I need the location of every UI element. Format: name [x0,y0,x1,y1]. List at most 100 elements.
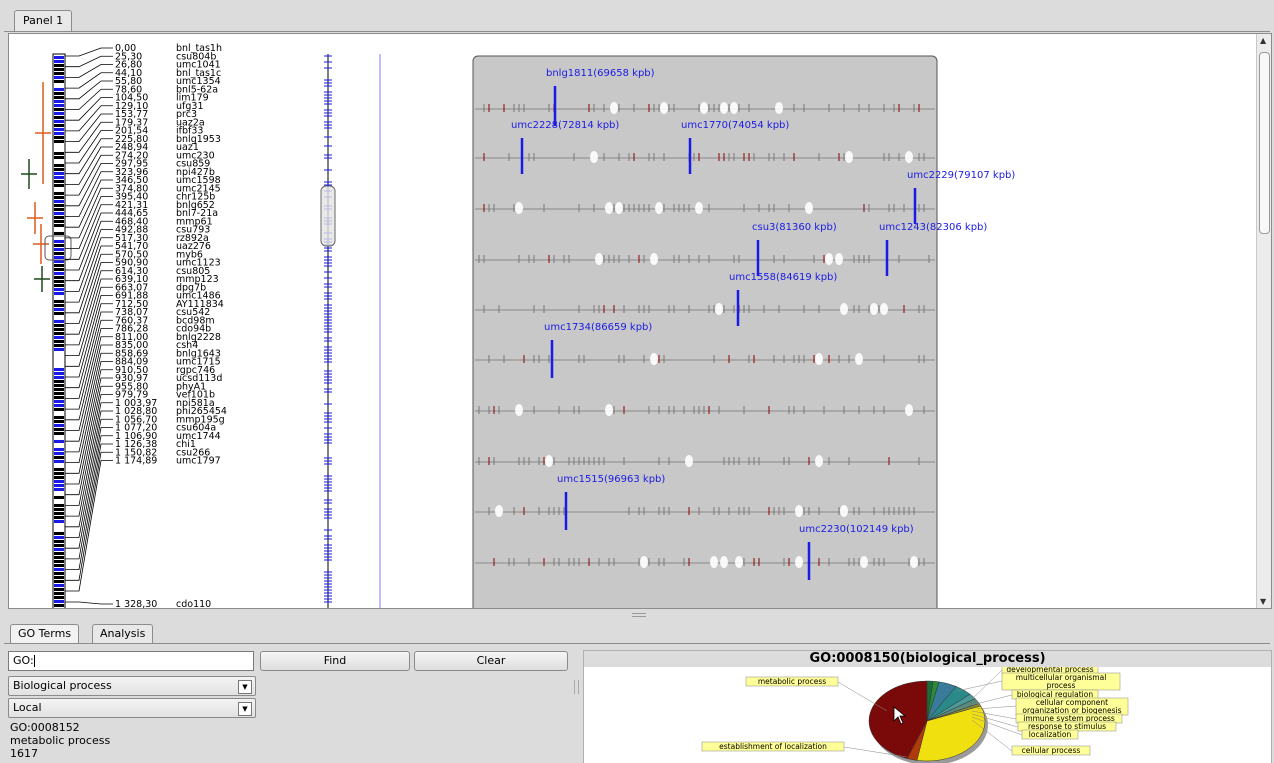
chromosome-band [54,92,64,95]
chromosome-band [54,368,64,371]
marker-connector [65,154,113,196]
chromosome-band [54,300,64,303]
chromosome-band [54,324,64,327]
term-name: metabolic process [10,734,111,747]
feature-blob [845,151,853,163]
marker-connector [65,369,113,474]
feature-blob [910,556,918,568]
chromosome-band [54,520,64,523]
vertical-scrollbar[interactable]: ▲ ▼ [1256,34,1271,608]
feature-blob [660,102,668,114]
feature-blob [840,505,848,517]
find-button[interactable]: Find [260,651,410,671]
chromosome-band [54,232,64,235]
clear-button[interactable]: Clear [414,651,568,671]
feature-blob [825,253,833,265]
resize-grip-icon[interactable] [574,674,579,702]
chromosome-band [54,168,64,171]
feature-blob [595,253,603,265]
chromosome-band [54,172,64,175]
marker-name: cdo110 [176,599,211,608]
tab-go-terms[interactable]: GO Terms [10,624,80,643]
marker-connector [65,278,113,357]
chevron-down-icon[interactable]: ▼ [238,702,252,716]
chromosome-band [54,392,64,395]
zoom-window[interactable] [320,185,336,247]
locus-label[interactable]: umc2230(102149 kpb) [799,524,914,535]
locus-label[interactable]: csu3(81360 kpb) [752,222,837,233]
pie-label: cellular process [1022,746,1081,755]
chromosome-band [54,224,64,227]
chromosome-band [54,576,64,579]
source-select[interactable]: Local ▼ [8,698,256,718]
ontology-select-value: Biological process [13,679,112,692]
chromosome-band [54,372,64,375]
feature-blob [870,303,878,315]
chromosome-band [54,312,64,315]
chromosome-band [54,540,64,543]
locus-label[interactable]: umc1558(84619 kpb) [729,272,837,283]
chromosome-band [54,556,64,559]
chromosome-band [54,200,64,203]
chromosome-band [54,544,64,547]
chromosome-band [54,304,64,307]
marker-connector [65,286,113,367]
ontology-select[interactable]: Biological process ▼ [8,676,256,696]
feature-blob [655,202,663,214]
marker-connector [65,113,113,142]
scroll-up-icon[interactable]: ▲ [1260,36,1266,45]
chromosome-band [54,60,64,63]
chromosome-band [54,256,64,259]
feature-blob [905,151,913,163]
chromosome-band [54,460,64,463]
locus-label[interactable]: umc2228(72814 kpb) [511,120,619,131]
feature-blob [835,253,843,265]
feature-blob [720,556,728,568]
feature-blob [795,556,803,568]
feature-blob [695,202,703,214]
chromosome-band [54,476,64,479]
chromosome-band [54,448,64,451]
chromosome-band [54,204,64,207]
chromosome-band [54,68,64,71]
marker-connector [65,303,113,389]
chromosome-band [54,344,64,347]
chromosome-band [54,588,64,591]
locus-label[interactable]: umc1515(96963 kpb) [557,474,665,485]
locus-label[interactable]: umc2229(79107 kpb) [907,170,1015,181]
marker-connector [65,460,113,592]
feature-blob [720,102,728,114]
split-divider[interactable] [0,609,1274,619]
chromosome-band [54,396,64,399]
locus-label[interactable]: umc1770(74054 kpb) [681,120,789,131]
chromosome-band [54,488,64,491]
locus-label[interactable]: umc1734(86659 kpb) [544,322,652,333]
locus-label[interactable]: umc1243(82306 kpb) [879,222,987,233]
tab-panel-1[interactable]: Panel 1 [14,10,73,31]
tab-analysis[interactable]: Analysis [92,624,154,643]
chromosome-band [54,292,64,295]
scroll-down-icon[interactable]: ▼ [1260,597,1266,606]
feature-blob [815,455,823,467]
divider-grip-icon[interactable] [632,613,646,617]
scroll-thumb[interactable] [1259,52,1270,234]
feature-blob [605,404,613,416]
chromosome-band [54,76,64,79]
chromosome-band [54,536,64,539]
feature-blob [545,455,553,467]
marker-connector [65,410,113,528]
feature-blob [715,303,723,315]
chevron-down-icon[interactable]: ▼ [238,680,252,694]
term-id: GO:0008152 [10,721,80,734]
marker-connector [65,601,113,605]
chromosome-band [54,308,64,311]
chromosome-band [54,380,64,383]
locus-label[interactable]: bnlg1811(69658 kpb) [546,68,655,79]
go-search-input[interactable]: GO: [8,651,254,671]
chromosome-band [54,592,64,595]
chromosome-band [54,276,64,279]
chromosome-band [54,432,64,435]
text-cursor [33,655,35,667]
feature-blob [685,455,693,467]
marker-connector [65,80,113,100]
